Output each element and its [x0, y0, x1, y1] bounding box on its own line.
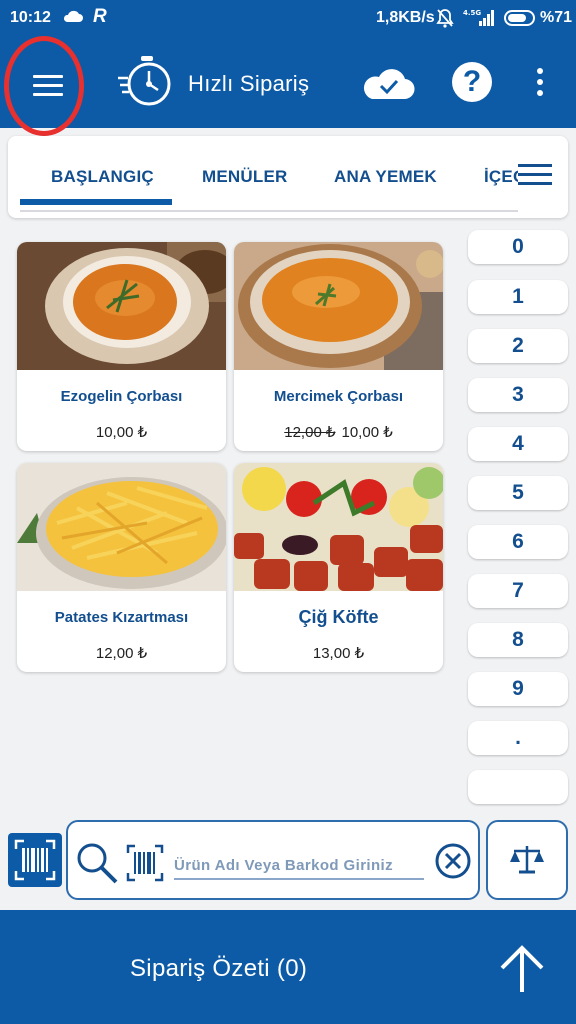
- net-speed: 1,8KB/s: [376, 9, 435, 26]
- order-summary-label: Sipariş Özeti (0): [130, 955, 308, 982]
- product-card[interactable]: Çiğ Köfte 13,00 ₺: [234, 463, 443, 672]
- order-summary-bar[interactable]: Sipariş Özeti (0): [0, 910, 576, 1024]
- barcode-scan-icon: [14, 839, 56, 881]
- r-app-icon: R: [93, 6, 107, 27]
- barcode-icon[interactable]: [126, 844, 164, 882]
- search-input[interactable]: [174, 852, 424, 880]
- product-name: Patates Kızartması: [54, 609, 189, 626]
- product-name: Ezogelin Çorbası: [60, 388, 183, 405]
- category-tabs: BAŞLANGIÇ MENÜLER ANA YEMEK İÇECEK: [20, 136, 518, 212]
- tab-baslangic[interactable]: BAŞLANGIÇ: [51, 167, 154, 187]
- french-fries-image: [17, 463, 226, 591]
- keypad-key-5[interactable]: 5: [468, 476, 568, 510]
- cig-kofte-image: [234, 463, 443, 591]
- product-current-price: 10,00 ₺: [341, 424, 393, 441]
- cloud-status-icon: [63, 10, 83, 22]
- stopwatch-icon: [118, 56, 171, 106]
- barcode-scan-button[interactable]: [8, 833, 62, 887]
- keypad-key-7[interactable]: 7: [468, 574, 568, 608]
- product-name: Çiğ Köfte: [298, 607, 379, 627]
- page-title: Hızlı Sipariş: [188, 71, 310, 96]
- muted-bell-icon: [436, 9, 454, 28]
- search-icon[interactable]: [74, 840, 120, 886]
- weighing-scale-button[interactable]: [486, 820, 568, 900]
- signal-icon: 4.5G: [463, 9, 494, 26]
- product-current-price: 10,00 ₺: [95, 424, 148, 441]
- product-card[interactable]: Ezogelin Çorbası 10,00 ₺: [17, 242, 226, 451]
- keypad-key-0[interactable]: 0: [468, 230, 568, 264]
- product-price: 12,00 ₺ 10,00 ₺: [234, 423, 443, 441]
- menu-icon: [33, 75, 63, 96]
- keypad-key-2[interactable]: 2: [468, 329, 568, 363]
- category-list-icon[interactable]: [518, 164, 552, 188]
- product-price: 12,00 ₺: [17, 644, 226, 662]
- product-price: 10,00 ₺: [17, 423, 226, 441]
- arrow-up-icon[interactable]: [496, 942, 548, 994]
- clear-icon[interactable]: [434, 842, 472, 880]
- keypad-key-dot[interactable]: .: [468, 721, 568, 755]
- tab-ana-yemek[interactable]: ANA YEMEK: [334, 167, 437, 187]
- tab-icecek[interactable]: İÇECEK: [484, 167, 518, 187]
- scale-icon: [510, 846, 544, 874]
- soup-bowl-image: [17, 242, 226, 370]
- battery-icon: [504, 10, 535, 26]
- product-price: 13,00 ₺: [234, 644, 443, 662]
- network-type-label: 4.5G: [463, 9, 481, 17]
- selected-tab-indicator: [20, 199, 172, 205]
- app-bar: 10:12 R 1,8KB/s 4.5G %71 Hızlı Sipariş ?: [0, 0, 576, 136]
- status-bar: 10:12 R 1,8KB/s 4.5G %71: [0, 0, 576, 38]
- keypad-key-blank[interactable]: [468, 770, 568, 804]
- product-current-price: 12,00 ₺: [95, 645, 148, 662]
- keypad-key-6[interactable]: 6: [468, 525, 568, 559]
- keypad-key-4[interactable]: 4: [468, 427, 568, 461]
- product-card[interactable]: Mercimek Çorbası 12,00 ₺ 10,00 ₺: [234, 242, 443, 451]
- keypad-key-8[interactable]: 8: [468, 623, 568, 657]
- keypad-key-1[interactable]: 1: [468, 280, 568, 314]
- tab-menuler[interactable]: MENÜLER: [202, 167, 287, 187]
- category-tabs-card: BAŞLANGIÇ MENÜLER ANA YEMEK İÇECEK: [8, 136, 568, 218]
- keypad-key-3[interactable]: 3: [468, 378, 568, 412]
- search-bar: [66, 820, 480, 900]
- product-current-price: 13,00 ₺: [312, 645, 365, 662]
- keypad-key-9[interactable]: 9: [468, 672, 568, 706]
- battery-percent: %71: [540, 9, 573, 26]
- lentil-soup-image: [234, 242, 443, 370]
- more-vert-icon[interactable]: [534, 68, 546, 98]
- cloud-sync-icon[interactable]: [360, 64, 416, 102]
- product-name: Mercimek Çorbası: [273, 388, 404, 405]
- status-time: 10:12: [10, 9, 51, 26]
- product-card[interactable]: Patates Kızartması 12,00 ₺: [17, 463, 226, 672]
- help-icon[interactable]: ?: [452, 62, 492, 102]
- product-old-price: 12,00 ₺: [284, 424, 336, 441]
- menu-button[interactable]: [4, 36, 84, 136]
